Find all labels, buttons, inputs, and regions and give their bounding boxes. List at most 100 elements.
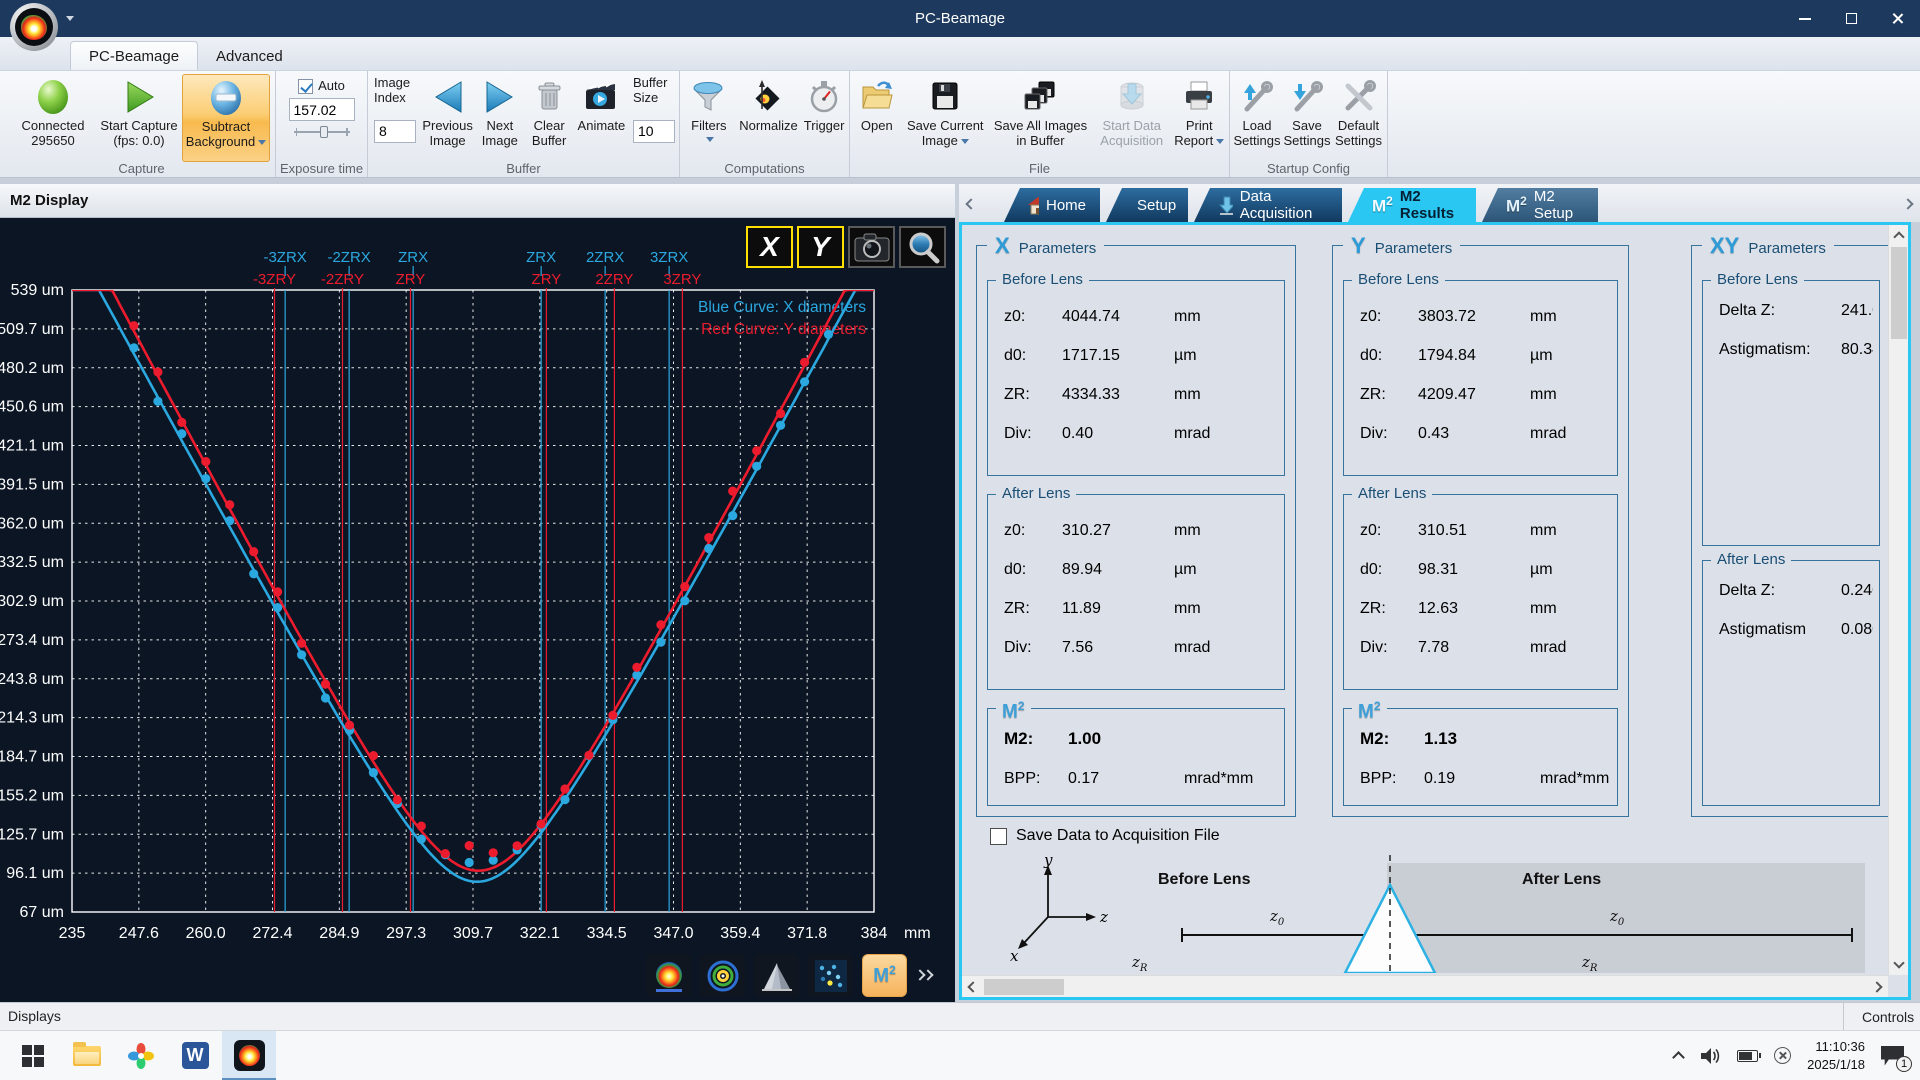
previous-image-button[interactable]: Previous Image [420,74,475,162]
param-row: d0:1717.15µm [1004,336,1278,375]
next-arrow-icon [482,79,518,115]
more-displays-icon[interactable] [916,968,934,984]
auto-exposure-checkbox[interactable] [298,79,313,94]
vertical-scrollbar-thumb[interactable] [1891,247,1907,339]
param-row: M2:1.13 [1360,719,1611,759]
taskbar-clock[interactable]: 11:10:36 2025/1/18 [1807,1038,1865,1073]
exposure-slider[interactable] [294,125,350,139]
svg-text:125.7 um: 125.7 um [0,826,64,843]
ribbon: Connected 295650 Start Capture (fps: 0.0… [0,71,1920,178]
app-logo-icon[interactable] [10,3,58,51]
taskbar-app-pinwheel[interactable] [114,1031,168,1080]
save-data-checkbox[interactable] [990,828,1007,845]
display-scatter-button[interactable] [808,954,853,997]
subtract-background-button[interactable]: Subtract Background [182,74,270,162]
tray-disconnect-icon[interactable] [1774,1047,1791,1064]
tab-setup[interactable]: Setup [1106,188,1188,222]
taskbar-pc-beamage[interactable] [222,1031,276,1080]
start-capture-button[interactable]: Start Capture (fps: 0.0) [96,74,182,162]
param-value: 4044.74 [1062,308,1174,326]
animate-button[interactable]: Animate [574,74,629,162]
save-settings-button[interactable]: Save Settings [1282,74,1332,162]
trigger-button[interactable]: Trigger [801,74,847,162]
param-unit: mrad [1530,639,1611,657]
zoom-button[interactable] [899,226,946,268]
zr-after-label: zR [1582,953,1597,973]
tab-m2-results[interactable]: M2 M2 Results [1348,188,1476,222]
start-button[interactable] [6,1031,60,1080]
diagram-before-lens-label: Before Lens [1158,871,1250,889]
param-row: ZR:11.89mm [1004,589,1278,628]
status-controls[interactable]: Controls [1843,1003,1920,1030]
display-3d-view-button[interactable] [754,954,799,997]
tab-m2-setup[interactable]: M2 M2 Setup [1482,188,1598,222]
param-unit: mrad*mm [1540,770,1611,788]
display-beam-profile-button[interactable] [646,954,691,997]
next-image-button[interactable]: Next Image [475,74,524,162]
param-value: 241.021 [1841,302,1873,320]
trash-icon [531,79,567,115]
param-row: Div:0.43mrad [1360,414,1611,453]
toggle-x-curve-button[interactable]: X [746,226,793,268]
ribbon-tab-pc-beamage[interactable]: PC-Beamage [70,41,198,70]
svg-text:284.9: 284.9 [319,925,359,942]
clear-buffer-button[interactable]: Clear Buffer [525,74,574,162]
toggle-y-curve-button[interactable]: Y [797,226,844,268]
buffer-size-input[interactable] [633,120,675,143]
normalize-button[interactable]: Normalize [736,74,802,162]
tab-scroll-right-icon[interactable] [1902,198,1913,209]
xy-parameters-panel: XYParameters Before Lens Delta Z:241.021… [1691,245,1891,817]
horizontal-scrollbar[interactable] [962,975,1888,997]
minimize-button[interactable] [1782,0,1828,37]
image-index-input[interactable] [374,120,416,143]
scatter-dots-icon [814,959,848,993]
param-label: z0: [1360,308,1418,326]
battery-icon[interactable] [1737,1050,1758,1062]
filters-button[interactable]: Filters [682,74,736,162]
open-button[interactable]: Open [852,74,902,162]
pc-beamage-icon [234,1040,265,1071]
exposure-time-input[interactable] [289,98,355,121]
param-value: 11.89 [1062,600,1174,618]
load-settings-button[interactable]: Load Settings [1232,74,1282,162]
tray-expand-icon[interactable] [1672,1051,1685,1064]
param-row: z0:3803.72mm [1360,297,1611,336]
ribbon-group-buffer: Image Index Previous Image Next Image Cl… [368,71,680,177]
print-report-button[interactable]: Print Report [1171,74,1227,162]
speaker-icon[interactable] [1699,1046,1721,1066]
param-row: ZR:12.63mm [1360,589,1611,628]
param-row: d0:89.94µm [1004,550,1278,589]
save-current-image-button[interactable]: Save Current Image [902,74,989,162]
param-label: d0: [1004,561,1062,579]
notification-center-button[interactable]: 1 [1881,1046,1904,1066]
svg-text:302.9 um: 302.9 um [0,593,64,610]
svg-text:384: 384 [861,925,888,942]
taskbar-file-explorer[interactable] [60,1031,114,1080]
maximize-button[interactable] [1828,0,1874,37]
tab-home[interactable]: Home [1004,188,1100,222]
display-m2-button[interactable]: M2 [862,954,907,997]
tab-data-acquisition[interactable]: Data Acquisition [1194,188,1342,222]
svg-text:450.6 um: 450.6 um [0,399,64,416]
close-button[interactable] [1874,0,1920,37]
status-bar: Displays Controls [0,1002,1920,1030]
taskbar-word[interactable]: W [168,1031,222,1080]
connected-button[interactable]: Connected 295650 [10,74,96,162]
param-value: 1.00 [1068,729,1184,749]
param-value: 89.94 [1062,561,1174,579]
vertical-scrollbar[interactable] [1888,225,1908,975]
default-settings-button[interactable]: Default Settings [1332,74,1385,162]
display-target-button[interactable] [700,954,745,997]
param-row: Delta Z:241.021 [1719,297,1873,336]
m2-results-content: XParameters Before Lens z0:4044.74mmd0:1… [959,222,1911,1000]
save-all-images-button[interactable]: Save All Images in Buffer [989,74,1092,162]
clapperboard-icon [582,78,620,116]
horizontal-scrollbar-thumb[interactable] [984,979,1064,995]
param-unit: µm [1174,561,1278,579]
ribbon-tab-advanced[interactable]: Advanced [198,42,301,70]
tab-scroll-left-icon[interactable] [965,198,976,209]
svg-text:mm: mm [904,925,931,942]
snapshot-button[interactable] [848,226,895,268]
m2-chart-area: 235247.6260.0272.4284.9297.3309.7322.133… [0,218,955,1002]
param-label: ZR: [1004,386,1062,404]
